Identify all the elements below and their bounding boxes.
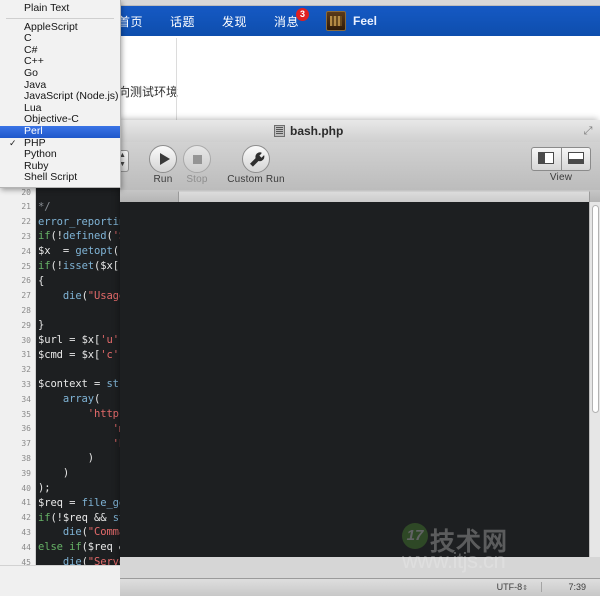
wrench-icon bbox=[242, 145, 270, 173]
status-encoding[interactable]: UTF-8⇕ bbox=[497, 582, 528, 592]
page-sidebar-divider bbox=[176, 38, 177, 120]
line-number: 20 bbox=[21, 187, 31, 197]
menu-item-applescript[interactable]: AppleScript bbox=[0, 20, 120, 34]
menu-item-label: Objective-C bbox=[24, 113, 79, 126]
menu-item-perl[interactable]: Perl bbox=[0, 124, 120, 138]
line-number: 30 bbox=[21, 335, 31, 345]
line-number: 31 bbox=[21, 350, 31, 360]
nav-link-topic[interactable]: 话题 bbox=[170, 13, 195, 30]
custom-run-button-label: Custom Run bbox=[227, 174, 285, 185]
menu-item-label: JavaScript (Node.js) bbox=[24, 90, 119, 103]
desktop-left-strip bbox=[0, 565, 120, 596]
stop-button[interactable]: Stop bbox=[168, 145, 226, 185]
nav-link-find[interactable]: 发现 bbox=[222, 13, 247, 30]
encoding-chevron-icon: ⇕ bbox=[522, 585, 528, 592]
line-number: 34 bbox=[21, 394, 31, 404]
avatar[interactable] bbox=[326, 11, 346, 31]
line-number: 45 bbox=[21, 557, 31, 566]
menu-item-label: C bbox=[24, 32, 32, 45]
editor-toolbar: ▲ ▼ Run Stop Custom Run View bbox=[116, 142, 600, 191]
line-number: 40 bbox=[21, 483, 31, 493]
menu-item-c[interactable]: C++ bbox=[0, 56, 120, 68]
user-name[interactable]: Feel bbox=[353, 14, 377, 28]
menu-item-label: AppleScript bbox=[24, 20, 78, 33]
line-number: 41 bbox=[21, 498, 31, 508]
page-sidebar-text: 向测试环境 bbox=[118, 85, 179, 99]
line-number: 32 bbox=[21, 365, 31, 375]
view-control: View bbox=[530, 147, 592, 183]
line-number: 36 bbox=[21, 424, 31, 434]
menu-item-label: Perl bbox=[24, 124, 43, 137]
editor-window: bash.php ⤢ ▲ ▼ Run Stop Custom Run View bbox=[116, 120, 600, 578]
line-number: 21 bbox=[21, 202, 31, 212]
menu-separator bbox=[6, 17, 114, 19]
line-number: 25 bbox=[21, 261, 31, 271]
status-divider bbox=[541, 582, 542, 592]
line-number: 23 bbox=[21, 231, 31, 241]
stop-button-label: Stop bbox=[186, 174, 208, 185]
view-label: View bbox=[549, 172, 573, 183]
custom-run-button[interactable]: Custom Run bbox=[220, 145, 292, 185]
menu-item-python[interactable]: Python bbox=[0, 148, 120, 161]
editor-titlebar[interactable]: bash.php ⤢ bbox=[120, 120, 600, 143]
code-gutter: 20 21 22 23 24 25 26 27 28 29 30 31 32 33 34 35 36 37 38 39… bbox=[0, 185, 36, 565]
document-icon bbox=[274, 125, 285, 137]
status-encoding-label: UTF-8 bbox=[496, 582, 523, 592]
menu-item-javascript-node-js[interactable]: JavaScript (Node.js) bbox=[0, 90, 120, 103]
line-number: 39 bbox=[21, 468, 31, 478]
line-number: 26 bbox=[21, 276, 31, 286]
menu-item-plain-text[interactable]: Plain Text bbox=[0, 2, 120, 15]
menu-item-label: Go bbox=[24, 66, 39, 79]
line-number: 42 bbox=[21, 513, 31, 523]
code-scrollbar-thumb[interactable] bbox=[592, 205, 599, 413]
code-scrollbar[interactable] bbox=[589, 202, 600, 557]
window-title: bash.php bbox=[290, 124, 344, 138]
menu-item-label: C++ bbox=[24, 55, 44, 68]
line-number: 22 bbox=[21, 217, 31, 227]
status-time: 7:39 bbox=[568, 582, 586, 592]
menu-item-label: PHP bbox=[24, 136, 46, 149]
menu-item-objective-c[interactable]: Objective-C bbox=[0, 114, 120, 126]
line-number: 28 bbox=[21, 305, 31, 315]
message-count-badge: 3 bbox=[296, 8, 309, 21]
view-split-bottom-button[interactable] bbox=[562, 148, 591, 170]
menu-item-label: Lua bbox=[24, 101, 42, 114]
check-icon: ✓ bbox=[9, 137, 17, 148]
line-number: 24 bbox=[21, 246, 31, 256]
line-number: 38 bbox=[21, 453, 31, 463]
code-area-frame bbox=[120, 202, 600, 557]
view-split-left-button[interactable] bbox=[532, 148, 562, 170]
menu-item-label: Java bbox=[24, 78, 47, 91]
language-dropdown-menu[interactable]: Plain Text AppleScript C C# C++ Go Java JavaScr… bbox=[0, 0, 121, 188]
line-number: 44 bbox=[21, 542, 31, 552]
fullscreen-icon[interactable]: ⤢ bbox=[582, 125, 594, 137]
menu-item-shell-script[interactable]: Shell Script bbox=[0, 172, 120, 184]
menu-item-label: Python bbox=[24, 148, 57, 161]
menu-item-label: C# bbox=[24, 43, 38, 56]
line-number: 33 bbox=[21, 379, 31, 389]
stop-icon bbox=[183, 145, 211, 173]
menu-item-php[interactable]: ✓ PHP bbox=[0, 136, 120, 150]
view-segmented-control[interactable] bbox=[531, 147, 591, 171]
menu-item-label: Ruby bbox=[24, 159, 49, 172]
menu-item-c[interactable]: C bbox=[0, 32, 120, 45]
line-number: 35 bbox=[21, 409, 31, 419]
menu-item-label: Plain Text bbox=[24, 2, 70, 14]
menu-item-go[interactable]: Go bbox=[0, 66, 120, 80]
nav-link-home[interactable]: 首页 bbox=[118, 13, 143, 30]
menu-item-label: Shell Script bbox=[24, 171, 78, 184]
line-number: 29 bbox=[21, 320, 31, 330]
line-number: 37 bbox=[21, 439, 31, 449]
menu-item-c[interactable]: C# bbox=[0, 43, 120, 57]
line-number: 27 bbox=[21, 291, 31, 301]
line-number: 43 bbox=[21, 527, 31, 537]
editor-status-bar: UTF-8⇕ 7:39 bbox=[120, 578, 600, 596]
